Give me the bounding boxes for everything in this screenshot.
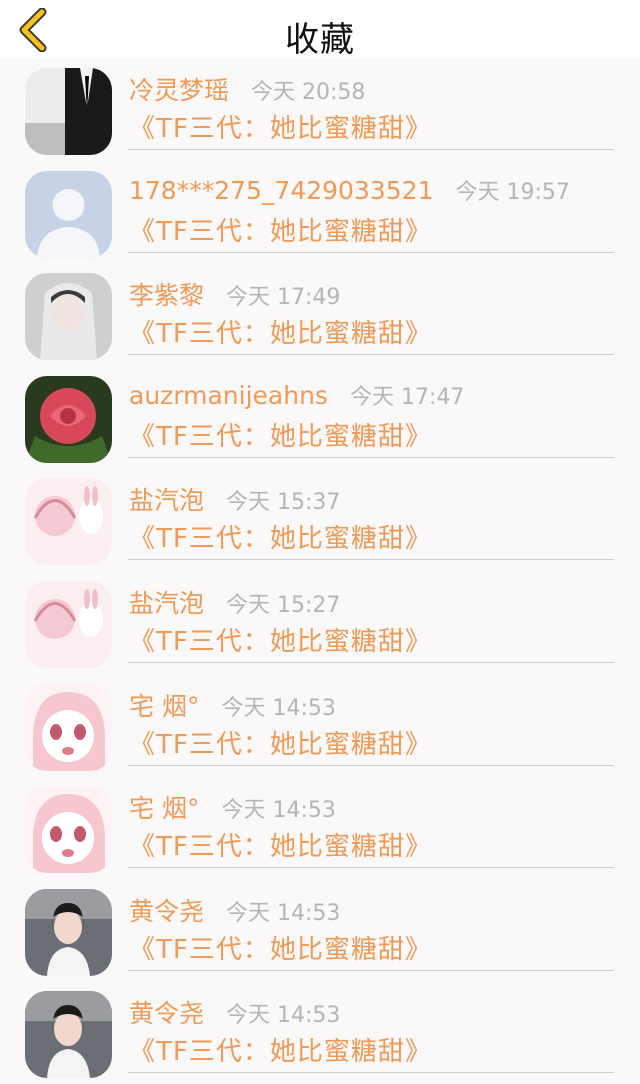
list-item[interactable]: 黄令尧 今天 14:53 《TF三代：她比蜜糖甜》 bbox=[0, 879, 640, 982]
divider bbox=[128, 1072, 614, 1074]
book-title: 《TF三代：她比蜜糖甜》 bbox=[129, 421, 432, 452]
book-title: 《TF三代：她比蜜糖甜》 bbox=[129, 729, 432, 760]
divider bbox=[128, 251, 614, 253]
list-item[interactable]: 盐汽泡 今天 15:37 《TF三代：她比蜜糖甜》 bbox=[0, 468, 640, 571]
avatar[interactable] bbox=[25, 683, 112, 771]
user-name: auzrmanijeahns 今天 17:47 bbox=[129, 380, 465, 410]
list-item[interactable]: 宅 烟° 今天 14:53 《TF三代：她比蜜糖甜》 bbox=[0, 776, 640, 879]
timestamp: 今天 19:57 bbox=[455, 179, 570, 205]
user-name: 宅 烟° 今天 14:53 bbox=[129, 691, 336, 721]
list-item[interactable]: 冷灵梦瑶 今天 20:58 《TF三代：她比蜜糖甜》 bbox=[0, 58, 640, 161]
avatar[interactable] bbox=[25, 68, 112, 155]
timestamp: 今天 14:53 bbox=[226, 900, 341, 926]
list-item[interactable]: 178***275_7429033521 今天 19:57 《TF三代：她比蜜糖甜… bbox=[0, 161, 640, 264]
divider bbox=[128, 456, 614, 458]
timestamp: 今天 14:53 bbox=[226, 1003, 341, 1029]
timestamp: 今天 17:47 bbox=[349, 384, 465, 410]
divider bbox=[128, 969, 614, 971]
book-title: 《TF三代：她比蜜糖甜》 bbox=[129, 1037, 432, 1068]
user-name: 宅 烟° 今天 14:53 bbox=[129, 794, 336, 824]
avatar[interactable] bbox=[25, 273, 112, 361]
book-title: 《TF三代：她比蜜糖甜》 bbox=[129, 216, 432, 247]
divider bbox=[128, 149, 614, 150]
timestamp: 今天 14:53 bbox=[221, 695, 336, 721]
avatar[interactable] bbox=[25, 580, 112, 668]
avatar[interactable] bbox=[25, 375, 112, 463]
user-name: 盐汽泡 今天 15:27 bbox=[129, 588, 341, 618]
divider bbox=[128, 354, 614, 356]
user-name: 冷灵梦瑶 今天 20:58 bbox=[129, 76, 366, 105]
book-title: 《TF三代：她比蜜糖甜》 bbox=[129, 934, 432, 965]
favorites-list: 冷灵梦瑶 今天 20:58 《TF三代：她比蜜糖甜》 178***275_7429… bbox=[0, 58, 640, 1084]
book-title: 《TF三代：她比蜜糖甜》 bbox=[129, 626, 432, 657]
list-item[interactable]: 盐汽泡 今天 15:27 《TF三代：她比蜜糖甜》 bbox=[0, 571, 640, 674]
user-name: 李紫黎 今天 17:49 bbox=[129, 281, 341, 311]
divider bbox=[128, 867, 614, 869]
list-item[interactable]: 李紫黎 今天 17:49 《TF三代：她比蜜糖甜》 bbox=[0, 263, 640, 366]
user-name: 178***275_7429033521 今天 19:57 bbox=[129, 175, 570, 205]
avatar[interactable] bbox=[25, 888, 112, 976]
user-name: 盐汽泡 今天 15:37 bbox=[129, 486, 341, 516]
avatar[interactable] bbox=[25, 991, 112, 1079]
avatar[interactable] bbox=[25, 478, 112, 566]
timestamp: 今天 15:27 bbox=[226, 592, 341, 618]
avatar[interactable] bbox=[25, 170, 112, 258]
divider bbox=[128, 661, 614, 663]
book-title: 《TF三代：她比蜜糖甜》 bbox=[129, 832, 432, 863]
nav-bar: 收藏 bbox=[0, 0, 640, 60]
divider bbox=[128, 559, 614, 561]
timestamp: 今天 20:58 bbox=[251, 80, 366, 105]
list-item[interactable]: 黄令尧 今天 14:53 《TF三代：她比蜜糖甜》 bbox=[0, 981, 640, 1084]
book-title: 《TF三代：她比蜜糖甜》 bbox=[129, 114, 432, 144]
user-name: 黄令尧 今天 14:53 bbox=[129, 896, 341, 926]
timestamp: 今天 15:37 bbox=[226, 490, 341, 516]
book-title: 《TF三代：她比蜜糖甜》 bbox=[129, 524, 432, 555]
book-title: 《TF三代：她比蜜糖甜》 bbox=[129, 319, 432, 350]
timestamp: 今天 17:49 bbox=[226, 285, 341, 311]
divider bbox=[128, 764, 614, 766]
avatar[interactable] bbox=[25, 786, 112, 874]
user-name: 黄令尧 今天 14:53 bbox=[129, 999, 341, 1029]
list-item[interactable]: auzrmanijeahns 今天 17:47 《TF三代：她比蜜糖甜》 bbox=[0, 366, 640, 469]
timestamp: 今天 14:53 bbox=[221, 798, 336, 824]
list-item[interactable]: 宅 烟° 今天 14:53 《TF三代：她比蜜糖甜》 bbox=[0, 674, 640, 777]
page-title: 收藏 bbox=[285, 20, 355, 60]
